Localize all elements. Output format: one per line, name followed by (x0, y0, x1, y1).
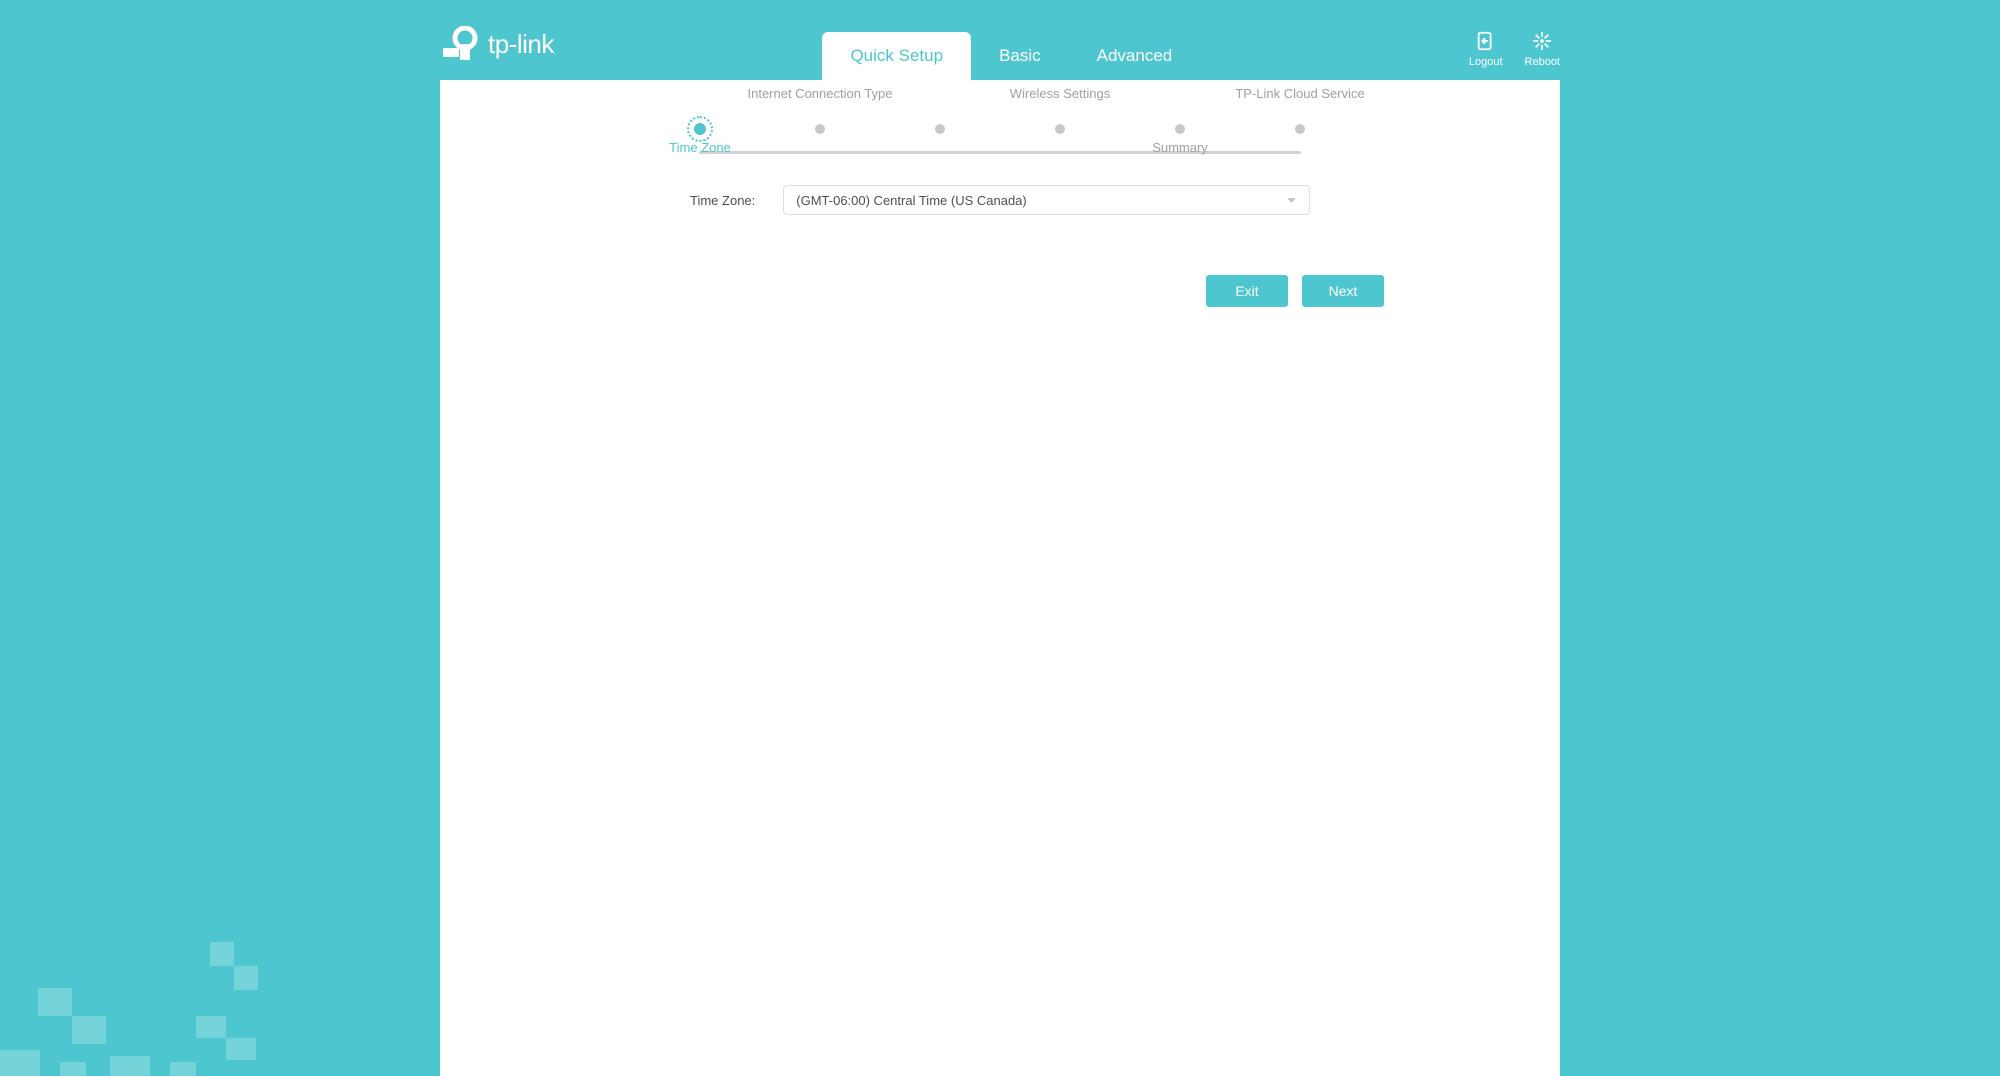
reboot-button[interactable]: Reboot (1525, 30, 1560, 68)
step-dot-icon (935, 124, 945, 134)
brand-name: tp-link (488, 29, 554, 60)
reboot-icon (1531, 30, 1553, 52)
step-tplink-cloud-service: TP-Link Cloud Service (1295, 110, 1305, 135)
chevron-down-icon (1286, 195, 1297, 206)
timezone-selected-value: (GMT-06:00) Central Time (US Canada) (796, 193, 1026, 208)
tab-quick-setup[interactable]: Quick Setup (822, 32, 971, 80)
timezone-select[interactable]: (GMT-06:00) Central Time (US Canada) (783, 185, 1310, 215)
decorative-shapes (0, 926, 280, 1076)
brand-logo: tp-link (440, 26, 554, 62)
nav-tabs: Quick Setup Basic Advanced (822, 0, 1200, 80)
step-spacer (935, 110, 945, 135)
header-actions: Logout Reboot (1469, 30, 1560, 68)
wizard-buttons: Exit Next (610, 275, 1390, 307)
step-dot-icon (815, 124, 825, 134)
exit-button[interactable]: Exit (1206, 275, 1288, 307)
next-button[interactable]: Next (1302, 275, 1384, 307)
tab-advanced[interactable]: Advanced (1069, 32, 1201, 80)
tab-basic[interactable]: Basic (971, 32, 1069, 80)
header: tp-link Quick Setup Basic Advanced Logou… (400, 0, 1600, 80)
step-internet-connection-type: Internet Connection Type (815, 110, 825, 135)
main-panel: Time Zone Internet Connection Type Wirel… (440, 80, 1560, 1076)
step-wireless-settings: Wireless Settings (1055, 110, 1065, 135)
step-time-zone: Time Zone (695, 110, 705, 135)
wizard-stepper: Time Zone Internet Connection Type Wirel… (695, 110, 1305, 135)
timezone-label: Time Zone: (690, 193, 755, 208)
timezone-row: Time Zone: (GMT-06:00) Central Time (US … (690, 185, 1310, 215)
step-dot-icon (694, 123, 706, 135)
step-dot-icon (1175, 124, 1185, 134)
logout-button[interactable]: Logout (1469, 30, 1503, 68)
logout-icon (1475, 30, 1497, 52)
step-dot-icon (1295, 124, 1305, 134)
step-dot-icon (1055, 124, 1065, 134)
tplink-logo-icon (440, 26, 480, 62)
step-summary: Summary (1175, 110, 1185, 135)
